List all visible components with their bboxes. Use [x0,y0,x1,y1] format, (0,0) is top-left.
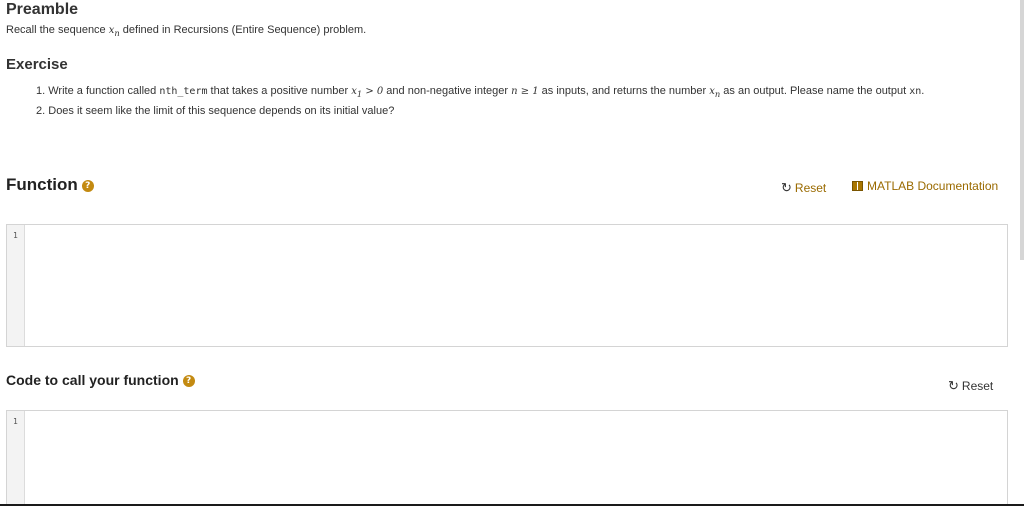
preamble-heading: Preamble [6,1,79,18]
help-icon[interactable]: ? [182,375,195,388]
exercise-item-2: 2. Does it seem like the limit of this s… [36,105,395,117]
problem-page: Preamble Recall the sequence xn defined … [0,0,1024,506]
refresh-icon: ↻ [948,378,959,393]
exercise-heading: Exercise [6,56,68,73]
math-x-n: xn [108,25,120,38]
call-code-editor[interactable]: 1 [6,410,1008,504]
help-icon[interactable]: ? [81,179,94,192]
function-code-area[interactable] [26,225,1007,346]
book-icon [852,181,863,191]
matlab-documentation-link[interactable]: MATLAB Documentation [852,179,998,193]
line-number: 1 [13,231,18,240]
function-heading: Function? [6,175,94,195]
call-reset-button[interactable]: ↻ Reset [948,378,993,394]
function-editor[interactable]: 1 [6,224,1008,347]
scrollbar[interactable] [1020,0,1024,260]
editor-gutter: 1 [7,411,25,504]
exercise-list: 1. Write a function called nth_term that… [36,83,924,120]
function-reset-button[interactable]: ↻ Reset [781,180,826,196]
refresh-icon: ↻ [781,180,792,195]
call-code-heading: Code to call your function? [6,372,195,388]
editor-gutter: 1 [7,225,25,346]
line-number: 1 [13,417,18,426]
exercise-item-1: 1. Write a function called nth_term that… [36,85,925,99]
preamble-text: Recall the sequence xn defined in Recurs… [6,24,367,38]
call-code-area[interactable] [26,411,1007,504]
